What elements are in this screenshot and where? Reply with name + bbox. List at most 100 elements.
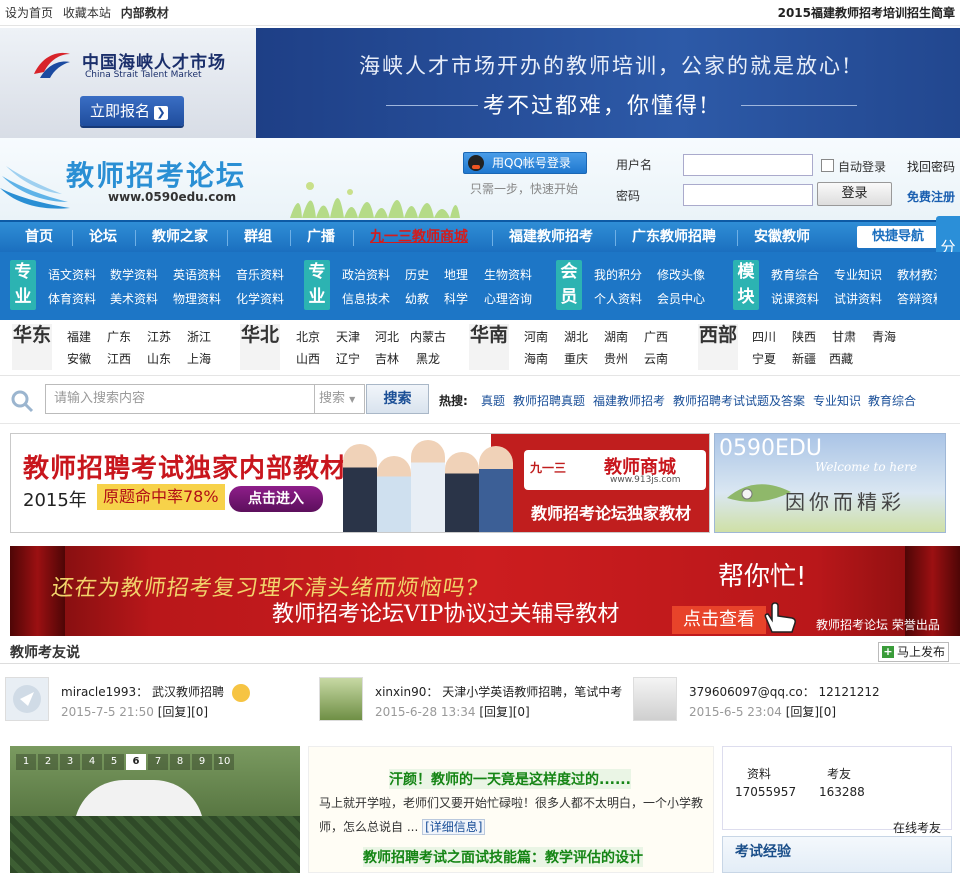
region-link[interactable]: 湖南 (604, 328, 628, 345)
region-link[interactable]: 浙江 (187, 328, 211, 345)
slider-page-4[interactable]: 4 (82, 754, 102, 770)
hot-search-link[interactable]: 教育综合 (868, 392, 916, 409)
top-banner[interactable]: 中国海峡人才市场 China Strait Talent Market 立即报名… (0, 28, 960, 138)
region-link[interactable]: 西藏 (829, 350, 853, 367)
search-type-select[interactable]: 搜索 ▼ (315, 384, 365, 414)
category-link[interactable]: 个人资料 (594, 290, 642, 307)
slider-page-1[interactable]: 1 (16, 754, 36, 770)
region-link[interactable]: 广东 (107, 328, 131, 345)
region-link[interactable]: 宁夏 (752, 350, 776, 367)
avatar[interactable] (633, 677, 677, 721)
category-link[interactable]: 化学资料 (236, 290, 284, 307)
internal-material-link[interactable]: 内部教材 (121, 6, 169, 20)
site-title[interactable]: 教师招考论坛 (66, 154, 246, 194)
nav-anhui-teacher[interactable]: 安徽教师 (754, 222, 810, 254)
bookmark-link[interactable]: 收藏本站 (63, 6, 111, 20)
region-link[interactable]: 青海 (872, 328, 896, 345)
nav-guangdong-recruit[interactable]: 广东教师招聘 (632, 222, 716, 254)
reply-link[interactable]: [回复] (786, 705, 819, 719)
category-link[interactable]: 语文资料 (48, 266, 96, 283)
category-link[interactable]: 我的积分 (594, 266, 642, 283)
search-button[interactable]: 搜索 (366, 384, 429, 414)
news-headline[interactable]: 教师招聘考试之面试技能篇：教学评估的设计 (363, 847, 643, 867)
slider-page-2[interactable]: 2 (38, 754, 58, 770)
free-register-link[interactable]: 免费注册 (907, 188, 955, 205)
hot-search-link[interactable]: 教师招聘考试试题及答案 (673, 392, 805, 409)
category-link[interactable]: 专业知识 (834, 266, 882, 283)
region-link[interactable]: 重庆 (564, 350, 588, 367)
category-link[interactable]: 教材教法 (897, 266, 937, 283)
quick-nav-button[interactable]: 快捷导航 (857, 226, 939, 248)
slider-page-3[interactable]: 3 (60, 754, 80, 770)
hot-search-link[interactable]: 教师招聘真题 (513, 392, 585, 409)
reply-link[interactable]: [回复] (479, 705, 512, 719)
region-link[interactable]: 北京 (296, 328, 320, 345)
category-link[interactable]: 幼教 (405, 290, 429, 307)
photo-slider[interactable]: 1 2 3 4 5 6 7 8 9 10 (10, 746, 300, 873)
nav-fujian-exam[interactable]: 福建教师招考 (509, 222, 593, 254)
region-link[interactable]: 江西 (107, 350, 131, 367)
category-link[interactable]: 物理资料 (173, 290, 221, 307)
category-link[interactable]: 说课资料 (771, 290, 819, 307)
friend-name[interactable]: 379606097@qq.co (689, 685, 803, 699)
slider-page-10[interactable]: 10 (214, 754, 234, 770)
category-link[interactable]: 数学资料 (110, 266, 158, 283)
category-link[interactable]: 心理咨询 (484, 290, 532, 307)
region-link[interactable]: 陕西 (792, 328, 816, 345)
region-link[interactable]: 四川 (752, 328, 776, 345)
online-friends-link[interactable]: 在线考友 (893, 819, 941, 836)
avatar[interactable] (319, 677, 363, 721)
region-link[interactable]: 辽宁 (336, 350, 360, 367)
category-link[interactable]: 政治资料 (342, 266, 390, 283)
category-link[interactable]: 会员中心 (657, 290, 705, 307)
slider-page-7[interactable]: 7 (148, 754, 168, 770)
region-link[interactable]: 吉林 (375, 350, 399, 367)
category-link[interactable]: 修改头像 (657, 266, 705, 283)
auto-login-checkbox[interactable] (821, 159, 834, 172)
region-link[interactable]: 云南 (644, 350, 668, 367)
region-link[interactable]: 河南 (524, 328, 548, 345)
slider-page-5[interactable]: 5 (104, 754, 124, 770)
nav-teacher-home[interactable]: 教师之家 (152, 222, 208, 254)
slider-page-6[interactable]: 6 (126, 754, 146, 770)
region-link[interactable]: 黑龙 (416, 350, 440, 367)
login-button[interactable]: 登录 (817, 182, 892, 206)
region-link[interactable]: 甘肃 (832, 328, 856, 345)
category-link[interactable]: 教育综合 (771, 266, 819, 283)
slider-page-9[interactable]: 9 (192, 754, 212, 770)
friend-name[interactable]: miracle1993 (61, 685, 136, 699)
nav-home[interactable]: 首页 (25, 222, 53, 254)
category-link[interactable]: 历史 (405, 266, 429, 283)
vip-material-ad-banner[interactable]: 还在为教师招考复习理不清头绪而烦恼吗? 教师招考论坛VIP协议过关辅导教材 帮你… (10, 546, 960, 636)
view-button[interactable]: 点击查看 (672, 606, 766, 634)
reply-link[interactable]: [回复] (158, 705, 191, 719)
nav-forum[interactable]: 论坛 (89, 222, 117, 254)
textbook-ad-banner[interactable]: 教师招聘考试独家内部教材 2015年 原题命中率78% 点击进入 九一三 教师商… (10, 433, 710, 533)
nav-913-shop[interactable]: 九一三教师商城 (370, 222, 468, 254)
category-link[interactable]: 美术资料 (110, 290, 158, 307)
password-input[interactable] (683, 184, 813, 206)
slider-page-8[interactable]: 8 (170, 754, 190, 770)
find-password-link[interactable]: 找回密码 (907, 158, 955, 175)
nav-groups[interactable]: 群组 (244, 222, 272, 254)
region-link[interactable]: 江苏 (147, 328, 171, 345)
region-link[interactable]: 湖北 (564, 328, 588, 345)
region-link[interactable]: 贵州 (604, 350, 628, 367)
region-link[interactable]: 山西 (296, 350, 320, 367)
region-link[interactable]: 福建 (67, 328, 91, 345)
hot-search-link[interactable]: 专业知识 (813, 392, 861, 409)
region-link[interactable]: 海南 (524, 350, 548, 367)
category-link[interactable]: 生物资料 (484, 266, 532, 283)
welcome-ad-banner[interactable]: 0590EDU Welcome to here 因你而精彩 (714, 433, 946, 533)
register-now-button[interactable]: 立即报名 ❯ (80, 96, 184, 126)
region-link[interactable]: 河北 (375, 328, 399, 345)
category-link[interactable]: 体育资料 (48, 290, 96, 307)
qq-login-button[interactable]: 用QQ帐号登录 (463, 152, 587, 174)
category-link[interactable]: 音乐资料 (236, 266, 284, 283)
region-link[interactable]: 上海 (187, 350, 211, 367)
region-link[interactable]: 天津 (336, 328, 360, 345)
news-headline[interactable]: 汗颜！教师的一天竟是这样度过的...... (389, 769, 631, 789)
region-link[interactable]: 内蒙古 (410, 328, 446, 345)
category-link[interactable]: 地理 (444, 266, 468, 283)
category-link[interactable]: 英语资料 (173, 266, 221, 283)
